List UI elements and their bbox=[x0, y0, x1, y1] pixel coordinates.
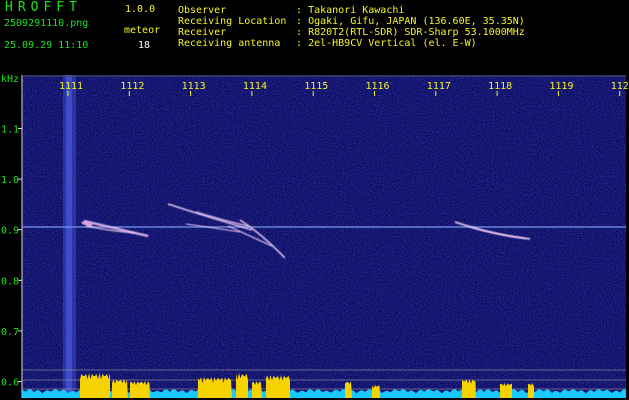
y-tick-label: 0.7 bbox=[1, 327, 19, 338]
meteor-count-label: meteor bbox=[124, 25, 161, 36]
station-value: R820T2(RTL-SDR) SDR-Sharp 53.1000MHz bbox=[308, 27, 525, 38]
station-separator: : bbox=[296, 38, 303, 49]
x-tick-label: 1117 bbox=[427, 81, 451, 92]
y-tick-label: 1.0 bbox=[1, 175, 19, 186]
x-tick-label: 1118 bbox=[488, 81, 512, 92]
spectrogram-plot: kHz 1.1 1.0 0.9 0.8 0.7 0.6 1111 1112 1113 1114 111… bbox=[1, 74, 629, 398]
station-key: Receiving antenna bbox=[178, 38, 281, 49]
x-tick-label: 1119 bbox=[549, 81, 573, 92]
station-separator: : bbox=[296, 27, 303, 38]
x-tick-label: 1116 bbox=[366, 81, 390, 92]
station-row-antenna: Receiving antenna: 2el-HB9CV Vertical (e… bbox=[178, 38, 477, 49]
activity-burst bbox=[462, 379, 476, 398]
station-key: Observer bbox=[178, 5, 227, 16]
station-key: Receiver bbox=[178, 27, 227, 38]
y-tick-label: 0.9 bbox=[1, 226, 19, 237]
station-separator: : bbox=[296, 5, 303, 16]
activity-burst bbox=[80, 373, 110, 398]
x-tick-label: 1114 bbox=[243, 81, 267, 92]
spectrogram-noise bbox=[22, 75, 626, 398]
station-key: Receiving Location bbox=[178, 16, 287, 27]
station-row-observer: Observer: Takanori Kawachi bbox=[178, 5, 404, 16]
x-tick-label: 1113 bbox=[182, 81, 206, 92]
interference-band-core bbox=[66, 75, 72, 398]
x-tick-label: 1111 bbox=[59, 81, 83, 92]
station-separator: : bbox=[296, 16, 303, 27]
y-tick-label: 0.8 bbox=[1, 276, 19, 287]
station-value: 2el-HB9CV Vertical (el. E-W) bbox=[308, 38, 477, 49]
activity-burst bbox=[252, 381, 262, 398]
station-row-location: Receiving Location: Ogaki, Gifu, JAPAN (… bbox=[178, 16, 525, 27]
activity-burst bbox=[345, 381, 352, 398]
station-value: Ogaki, Gifu, JAPAN (136.60E, 35.35N) bbox=[308, 16, 525, 27]
meteor-count-value: 18 bbox=[138, 40, 151, 51]
file-name: 2509291110.png bbox=[4, 18, 89, 29]
station-row-receiver: Receiver: R820T2(RTL-SDR) SDR-Sharp 53.1… bbox=[178, 27, 525, 38]
y-tick-label: 0.6 bbox=[1, 378, 19, 389]
y-tick-label: 1.1 bbox=[1, 125, 19, 136]
y-axis-unit: kHz bbox=[1, 74, 19, 85]
app-title: HROFFT bbox=[5, 0, 82, 15]
spectrogram-area bbox=[22, 75, 626, 398]
app-version: 1.0.0 bbox=[125, 4, 156, 15]
x-tick-label: 1112 bbox=[120, 81, 144, 92]
x-tick-label: 1120 bbox=[611, 81, 629, 92]
station-value: Takanori Kawachi bbox=[308, 5, 405, 16]
x-tick-label: 1115 bbox=[304, 81, 328, 92]
timestamp: 25.09.29 11:10 bbox=[4, 40, 89, 51]
